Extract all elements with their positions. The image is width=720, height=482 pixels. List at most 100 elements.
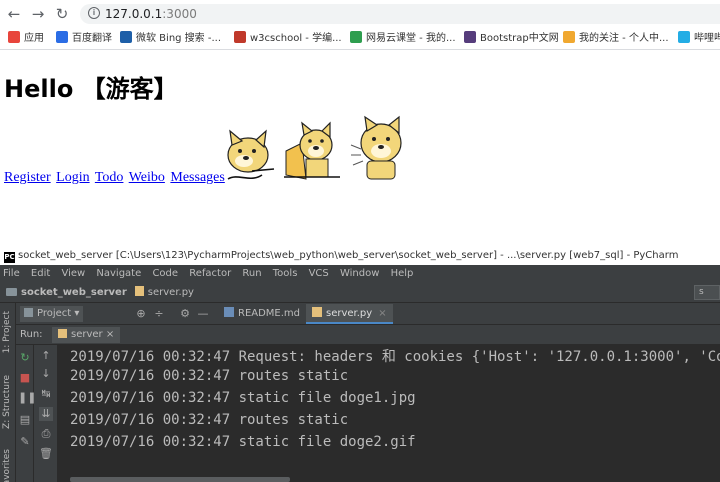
log-line: 2019/07/16 00:32:47 static file doge1.jp… xyxy=(70,390,416,406)
trash-icon[interactable]: 🗑 xyxy=(39,447,53,461)
close-icon[interactable]: × xyxy=(378,308,386,319)
collapse-icon[interactable]: ÷ xyxy=(152,307,166,321)
bookmark-163-study[interactable]: 网易云课堂 - 我的... xyxy=(350,31,456,47)
markdown-file-icon xyxy=(224,307,234,317)
run-label: Run: xyxy=(20,329,43,340)
pause-icon[interactable]: ❚❚ xyxy=(18,391,36,405)
screen: ← → ↻ i 127.0.0.1:3000 应用 百度翻译 微软 Bing 搜… xyxy=(0,0,720,482)
run-config-name: server xyxy=(71,329,103,340)
folder-icon xyxy=(6,288,17,296)
bookmark-baidu-translate[interactable]: 百度翻译 xyxy=(56,31,112,47)
run-config-tab[interactable]: server × xyxy=(52,327,121,343)
link-todo[interactable]: Todo xyxy=(95,170,124,185)
print-icon[interactable]: ⎙ xyxy=(39,427,53,441)
horizontal-scrollbar[interactable] xyxy=(70,477,290,482)
bookmark-apps[interactable]: 应用 xyxy=(8,31,44,47)
pin-icon[interactable]: ✎ xyxy=(18,435,32,449)
pycharm-title-bar: PC socket_web_server [C:\Users\123\Pychar… xyxy=(0,247,720,265)
run-toolbar-right: ↑ ↓ ↹ ⇊ ⎙ 🗑 xyxy=(34,345,58,482)
bing-icon xyxy=(120,31,132,43)
scroll-to-end-icon[interactable]: ⇊ xyxy=(39,407,53,421)
menu-vcs[interactable]: VCS xyxy=(309,268,329,279)
menu-help[interactable]: Help xyxy=(391,268,414,279)
bookmark-label: Bootstrap中文网 xyxy=(480,33,559,44)
project-tab-label: Project xyxy=(37,308,72,319)
menu-tools[interactable]: Tools xyxy=(273,268,298,279)
rerun-icon[interactable]: ↻ xyxy=(18,351,32,365)
hide-icon[interactable]: — xyxy=(196,307,210,321)
bookmark-label: 我的关注 - 个人中... xyxy=(579,33,669,44)
nav-links: Register Login Todo Weibo Messages xyxy=(4,170,227,186)
bookmark-label: w3cschool - 学编... xyxy=(250,33,342,44)
python-file-icon xyxy=(134,286,144,296)
bookmark-bootstrap[interactable]: Bootstrap中文网 xyxy=(464,31,559,47)
tool-window-project[interactable]: 1: Project xyxy=(2,311,12,353)
menu-edit[interactable]: Edit xyxy=(31,268,50,279)
breadcrumb-project[interactable]: socket_web_server xyxy=(21,287,127,298)
link-register[interactable]: Register xyxy=(4,170,51,185)
link-messages[interactable]: Messages xyxy=(170,170,224,185)
stop-icon[interactable]: ■ xyxy=(18,371,32,385)
bookmark-label: 百度翻译 xyxy=(72,33,112,44)
menu-view[interactable]: View xyxy=(61,268,85,279)
link-weibo[interactable]: Weibo xyxy=(129,170,165,185)
tool-tabs-bar: Project ▾ ⊕ ÷ ⚙ — README.md × server.py × xyxy=(16,303,720,325)
w3cschool-icon xyxy=(234,31,246,43)
url-host: 127.0.0.1 xyxy=(105,7,163,21)
tool-window-structure[interactable]: Z: Structure xyxy=(2,375,12,429)
scroll-up-icon[interactable]: ↑ xyxy=(39,349,53,363)
baidu-translate-icon xyxy=(56,31,68,43)
back-arrow-icon[interactable]: ← xyxy=(4,4,24,24)
apps-grid-icon xyxy=(8,31,20,43)
layout-icon[interactable]: ▤ xyxy=(18,413,32,427)
bookmark-label: 网易云课堂 - 我的... xyxy=(366,33,456,44)
log-line: 2019/07/16 00:32:47 Request: headers 和 c… xyxy=(70,349,720,365)
menu-file[interactable]: File xyxy=(3,268,20,279)
netease-study-icon xyxy=(350,31,362,43)
left-tool-strip: 1: Project Z: Structure avorites xyxy=(0,303,16,482)
bookmark-bilibili[interactable]: 哔哩哔 xyxy=(678,31,720,47)
menu-run[interactable]: Run xyxy=(242,268,261,279)
bookmark-label: 哔哩哔 xyxy=(694,33,720,44)
menu-bar: File Edit View Navigate Code Refactor Ru… xyxy=(0,265,720,283)
link-login[interactable]: Login xyxy=(56,170,89,185)
tool-window-favorites[interactable]: avorites xyxy=(2,449,12,482)
run-config-label: s xyxy=(699,287,704,297)
doge-image-1 xyxy=(227,129,275,180)
bookmark-w3cschool[interactable]: w3cschool - 学编... xyxy=(234,31,342,47)
doge-image-3 xyxy=(350,115,402,180)
scroll-down-icon[interactable]: ↓ xyxy=(39,367,53,381)
reload-icon[interactable]: ↻ xyxy=(52,4,72,24)
bilibili-icon xyxy=(678,31,690,43)
forward-arrow-icon[interactable]: → xyxy=(28,4,48,24)
breadcrumb-file[interactable]: server.py xyxy=(148,287,194,298)
tab-server-py[interactable]: server.py × xyxy=(306,304,393,324)
address-bar[interactable]: i 127.0.0.1:3000 xyxy=(80,4,720,24)
log-line: 2019/07/16 00:32:47 static file doge2.gi… xyxy=(70,434,416,450)
run-console[interactable]: 2019/07/16 00:32:47 Request: headers 和 c… xyxy=(58,345,720,482)
doge-image-2 xyxy=(284,121,340,180)
menu-refactor[interactable]: Refactor xyxy=(189,268,231,279)
menu-code[interactable]: Code xyxy=(152,268,178,279)
menu-window[interactable]: Window xyxy=(340,268,379,279)
soft-wrap-icon[interactable]: ↹ xyxy=(39,387,53,401)
gear-icon[interactable]: ⚙ xyxy=(178,307,192,321)
project-view-selector[interactable]: Project ▾ xyxy=(20,306,84,322)
locate-target-icon[interactable]: ⊕ xyxy=(134,307,148,321)
browser-toolbar: ← → ↻ i 127.0.0.1:3000 xyxy=(0,0,720,28)
menu-navigate[interactable]: Navigate xyxy=(96,268,141,279)
bookmark-my-follows[interactable]: 我的关注 - 个人中... xyxy=(563,31,669,47)
python-run-icon xyxy=(58,329,67,338)
log-line: 2019/07/16 00:32:47 routes static xyxy=(70,368,349,384)
url-text[interactable]: 127.0.0.1:3000 xyxy=(105,7,197,21)
bookmark-bing[interactable]: 微软 Bing 搜索 -... xyxy=(120,31,221,47)
window-title: socket_web_server [C:\Users\123\PycharmP… xyxy=(18,250,679,261)
bookmark-label: 微软 Bing 搜索 -... xyxy=(136,33,222,44)
info-icon[interactable]: i xyxy=(88,7,100,19)
breadcrumb: socket_web_server server.py s xyxy=(0,283,720,303)
tab-label: server.py xyxy=(326,308,373,319)
screen-gap xyxy=(0,240,720,247)
log-line: 2019/07/16 00:32:47 routes static xyxy=(70,412,349,428)
run-config-selector[interactable]: s xyxy=(694,285,720,300)
web-page: Hello 【游客】 Register Login Todo Weibo Mes… xyxy=(0,51,720,240)
